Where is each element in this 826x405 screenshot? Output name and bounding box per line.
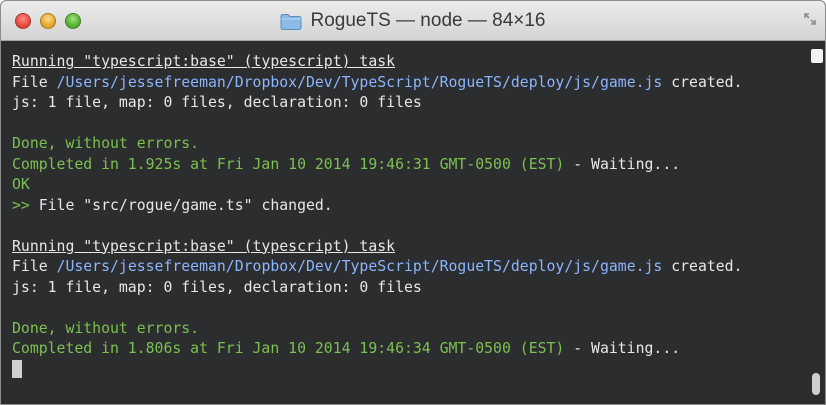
task-header-line: Running "typescript:base" (typescript) t… [12, 53, 396, 70]
scrollbar-top-marker[interactable] [811, 49, 823, 63]
scrollbar-thumb[interactable] [812, 373, 820, 395]
text-cursor[interactable] [12, 359, 22, 378]
title-bar[interactable]: RogueTS — node — 84×16 [1, 1, 825, 41]
created-file-line: File /Users/jessefreeman/Dropbox/Dev/Typ… [12, 73, 825, 94]
success-line: Done, without errors. [12, 135, 200, 152]
completion-text: Completed in 1.925s at Fri Jan 10 2014 1… [12, 155, 565, 173]
change-prefix: >> [12, 196, 39, 214]
file-change-line: >> File "src/rogue/game.ts" changed. [12, 196, 825, 217]
file-prefix: File [12, 258, 57, 275]
cursor-line[interactable] [12, 359, 825, 381]
compile-summary-line: js: 1 file, map: 0 files, declaration: 0… [12, 278, 422, 296]
completion-text: Completed in 1.806s at Fri Jan 10 2014 1… [12, 340, 565, 357]
terminal-output[interactable]: Running "typescript:base" (typescript) t… [1, 41, 825, 404]
compile-summary-line: js: 1 file, map: 0 files, declaration: 0… [12, 94, 422, 111]
created-suffix: created. [662, 73, 743, 91]
ok-line: OK [12, 176, 30, 193]
completion-line: Completed in 1.806s at Fri Jan 10 2014 1… [12, 339, 825, 360]
task-header-line: Running "typescript:base" (typescript) t… [12, 237, 396, 255]
output-path: /Users/jessefreeman/Dropbox/Dev/TypeScri… [56, 258, 663, 275]
created-file-line: File /Users/jessefreeman/Dropbox/Dev/Typ… [12, 257, 825, 278]
waiting-status: - Waiting... [564, 340, 681, 357]
created-suffix: created. [662, 258, 743, 275]
success-line: Done, without errors. [12, 319, 200, 337]
fullscreen-icon[interactable] [803, 12, 817, 26]
file-prefix: File [12, 73, 57, 91]
folder-icon [280, 13, 302, 30]
output-path: /Users/jessefreeman/Dropbox/Dev/TypeScri… [56, 73, 663, 91]
terminal-window: RogueTS — node — 84×16 Running "typescri… [0, 0, 826, 405]
window-title: RogueTS — node — 84×16 [310, 9, 546, 31]
changed-file-text: File "src/rogue/game.ts" changed. [38, 196, 333, 214]
window-title-group: RogueTS — node — 84×16 [1, 1, 825, 40]
waiting-status: - Waiting... [564, 155, 681, 173]
completion-line: Completed in 1.925s at Fri Jan 10 2014 1… [12, 155, 825, 176]
